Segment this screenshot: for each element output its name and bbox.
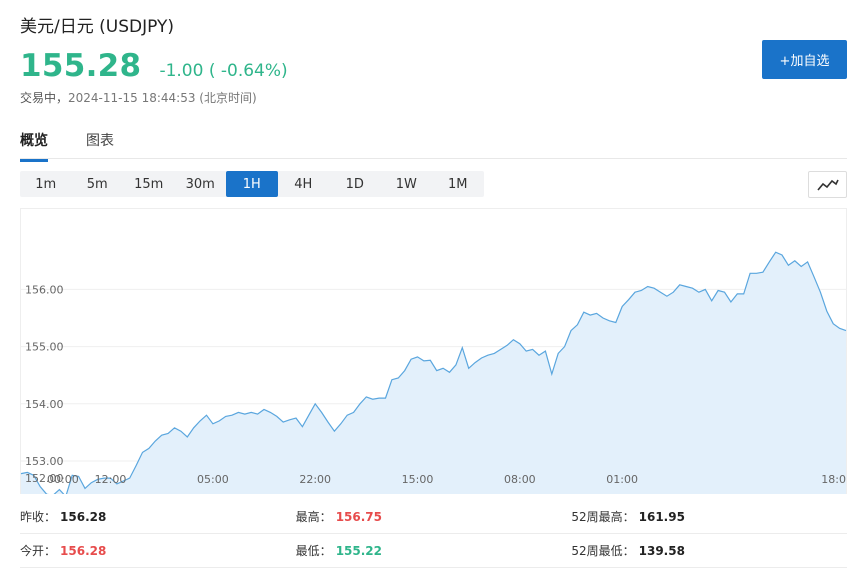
stat-value: 161.95 [638, 510, 685, 524]
stat-low: 最低： 155.22 [296, 542, 572, 559]
trading-status: 交易中，2024-11-15 18:44:53 (北京时间) [20, 89, 257, 106]
stat-value: 156.75 [335, 510, 382, 524]
y-tick-label: 153.00 [25, 455, 64, 468]
x-tick-label: 12:00 [95, 473, 127, 486]
stat-label: 52周最高： [571, 510, 635, 524]
x-tick-label: 15:00 [402, 473, 434, 486]
price-change: -1.00 ( -0.64%) [159, 61, 288, 81]
last-price: 155.28 [20, 48, 142, 84]
price-row: 155.28 -1.00 ( -0.64%) [20, 48, 288, 84]
instrument-title: 美元/日元 (USDJPY) [20, 17, 174, 37]
stat-high: 最高： 156.75 [296, 508, 572, 525]
x-tick-label: 08:00 [504, 473, 536, 486]
price-chart-svg: 153.00154.00155.00156.00152.0000:00 12:00… [20, 209, 847, 498]
y-tick-label: 156.00 [25, 283, 64, 296]
x-tick-label: 18:0 [821, 473, 846, 486]
add-to-watchlist-button[interactable]: +加自选 [762, 40, 847, 79]
y-tick-label: 154.00 [25, 398, 64, 411]
status-label: 交易中， [20, 91, 69, 105]
period-selector: 1m 5m 15m 30m 1H 4H 1D 1W 1M [20, 171, 484, 197]
stat-label: 昨收： [20, 510, 57, 524]
stat-value: 156.28 [60, 544, 107, 558]
stat-label: 今开： [20, 544, 57, 558]
period-1m[interactable]: 1m [20, 171, 72, 197]
period-4h[interactable]: 4H [278, 171, 330, 197]
y-tick-label: 155.00 [25, 341, 64, 354]
period-1mo[interactable]: 1M [432, 171, 484, 197]
period-30m[interactable]: 30m [175, 171, 227, 197]
period-1h[interactable]: 1H [226, 171, 278, 197]
x-tick-label: 00:00 [47, 473, 79, 486]
quote-timestamp: 2024-11-15 18:44:53 (北京时间) [68, 91, 257, 105]
line-chart-icon [816, 179, 839, 191]
stats-row: 昨收： 156.28 最高： 156.75 52周最高： 161.95 [20, 500, 847, 534]
period-1d[interactable]: 1D [329, 171, 381, 197]
stat-value: 139.58 [638, 544, 685, 558]
stats-panel: 昨收： 156.28 最高： 156.75 52周最高： 161.95 今开： 156.… [20, 500, 847, 568]
stat-label: 最高： [295, 510, 332, 524]
stat-52w-high: 52周最高： 161.95 [571, 508, 847, 525]
price-chart: 153.00 154.00 155.00 156.00 152.00 00:00 12:00… [20, 208, 847, 498]
chart-type-button[interactable] [808, 171, 847, 198]
period-15m[interactable]: 15m [123, 171, 175, 197]
x-tick-label: 22:00 [299, 473, 331, 486]
stat-52w-low: 52周最低： 139.58 [571, 542, 847, 559]
stat-open: 今开： 156.28 [20, 542, 296, 559]
stats-row: 今开： 156.28 最低： 155.22 52周最低： 139.58 [20, 534, 847, 568]
stat-label: 52周最低： [571, 544, 635, 558]
price-area [21, 252, 846, 497]
stat-value: 155.22 [335, 544, 382, 558]
tabs-divider [20, 158, 847, 159]
period-1w[interactable]: 1W [381, 171, 433, 197]
x-tick-label: 05:00 [197, 473, 229, 486]
stat-value: 156.28 [60, 510, 107, 524]
x-tick-label: 01:00 [606, 473, 638, 486]
stat-prev-close: 昨收： 156.28 [20, 508, 296, 525]
period-5m[interactable]: 5m [72, 171, 124, 197]
stat-label: 最低： [295, 544, 332, 558]
